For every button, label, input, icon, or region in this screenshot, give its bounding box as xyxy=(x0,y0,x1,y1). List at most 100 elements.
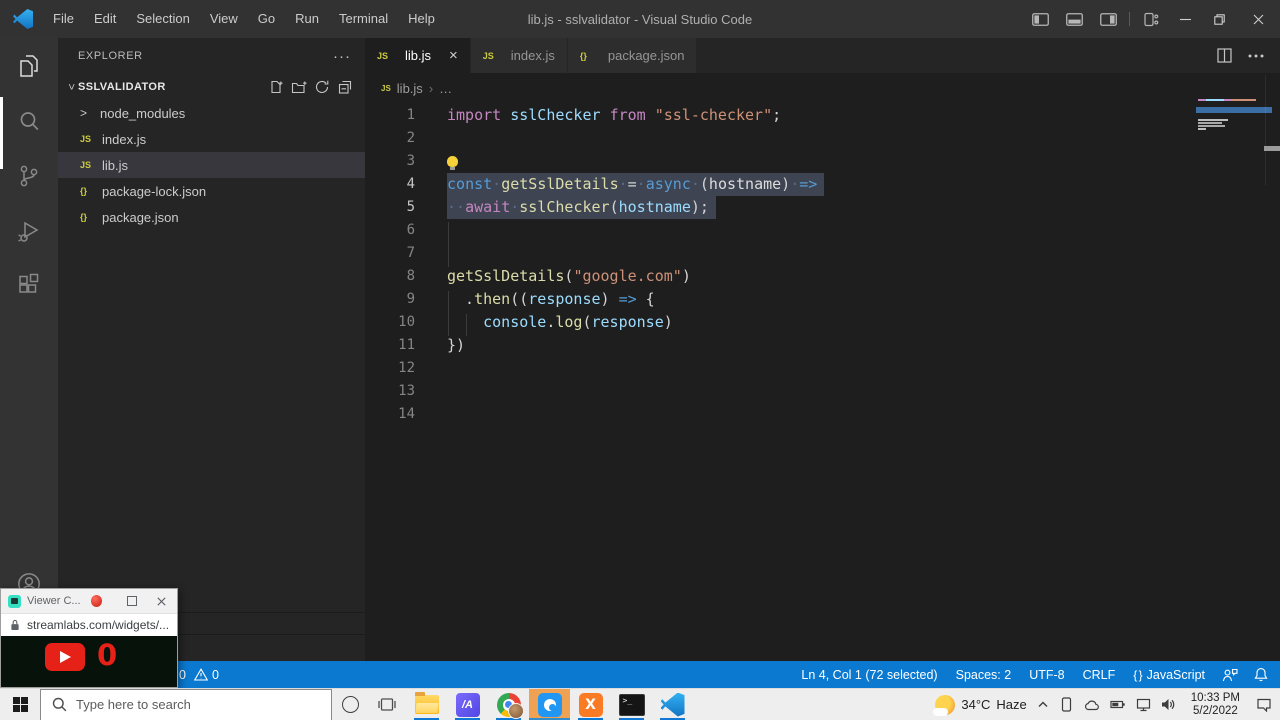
status-eol[interactable]: CRLF xyxy=(1074,668,1125,682)
taskbar-app-app-launcher[interactable] xyxy=(447,689,488,720)
file-node_modules[interactable]: >node_modules xyxy=(58,100,365,126)
tab-lib.js[interactable]: JSlib.js× xyxy=(365,38,471,73)
explorer-more-actions-icon[interactable]: ··· xyxy=(333,48,351,65)
code-line-3[interactable]: 3 xyxy=(365,150,1280,173)
activity-source-control[interactable] xyxy=(0,148,58,203)
task-view-button[interactable] xyxy=(368,696,406,713)
viewer-count-popup[interactable]: Viewer C... streamlabs.com/widgets/... 0 xyxy=(0,588,178,688)
menu-run[interactable]: Run xyxy=(285,0,329,38)
activity-run-debug[interactable] xyxy=(0,203,58,258)
taskbar-clock[interactable]: 10:33 PM 5/2/2022 xyxy=(1185,692,1246,718)
activity-explorer[interactable] xyxy=(0,38,58,93)
action-center-icon[interactable] xyxy=(1256,697,1272,712)
activity-extensions[interactable] xyxy=(0,258,58,313)
phone-icon[interactable] xyxy=(1059,697,1074,712)
code-line-7[interactable]: 7 xyxy=(365,242,1280,265)
new-file-icon[interactable] xyxy=(268,79,284,95)
taskbar-app-chrome[interactable] xyxy=(488,689,529,720)
menu-help[interactable]: Help xyxy=(398,0,445,38)
minimap-line xyxy=(1198,119,1228,121)
explorer-actions xyxy=(268,79,365,95)
breadcrumb-more[interactable]: … xyxy=(439,81,452,96)
file-label: lib.js xyxy=(102,158,128,173)
code-editor[interactable]: 1import sslChecker from "ssl-checker";23… xyxy=(365,104,1280,661)
code-line-11[interactable]: 11}) xyxy=(365,334,1280,357)
line-number: 5 xyxy=(365,196,415,219)
popup-close-icon[interactable] xyxy=(157,597,166,606)
minimap-selection xyxy=(1196,107,1272,113)
scrollbar-marker[interactable] xyxy=(1264,146,1280,151)
cloud-icon[interactable] xyxy=(1084,698,1100,711)
file-package-lock.json[interactable]: {}package-lock.json xyxy=(58,178,365,204)
taskbar-search-box[interactable]: Type here to search xyxy=(40,689,332,720)
layout-sidebar-right-icon[interactable] xyxy=(1091,0,1125,38)
search-icon xyxy=(15,107,43,135)
line-number: 13 xyxy=(365,380,415,403)
lightbulb-icon[interactable] xyxy=(447,156,458,167)
popup-address-bar[interactable]: streamlabs.com/widgets/... xyxy=(1,613,177,637)
popup-title-bar[interactable]: Viewer C... xyxy=(1,589,177,613)
taskbar-app-file-explorer[interactable] xyxy=(406,689,447,720)
code-line-2[interactable]: 2 xyxy=(365,127,1280,150)
file-package.json[interactable]: {}package.json xyxy=(58,204,365,230)
minimize-button[interactable] xyxy=(1168,0,1202,38)
line-number: 8 xyxy=(365,265,415,288)
file-lib.js[interactable]: JSlib.js xyxy=(58,152,365,178)
taskbar-app-vscode[interactable] xyxy=(652,689,693,720)
breadcrumb[interactable]: JS lib.js › … xyxy=(365,73,1280,104)
code-line-10[interactable]: 10 console.log(response) xyxy=(365,311,1280,334)
file-index.js[interactable]: JSindex.js xyxy=(58,126,365,152)
tab-package.json[interactable]: {}package.json xyxy=(568,38,698,73)
close-tab-icon[interactable]: × xyxy=(449,47,458,64)
collapse-all-icon[interactable] xyxy=(337,79,353,95)
code-line-13[interactable]: 13 xyxy=(365,380,1280,403)
status-encoding[interactable]: UTF-8 xyxy=(1020,668,1073,682)
layout-sidebar-left-icon[interactable] xyxy=(1023,0,1057,38)
weather-widget[interactable]: 34°C Haze xyxy=(935,695,1026,715)
status-cursor-position[interactable]: Ln 4, Col 1 (72 selected) xyxy=(792,668,946,682)
status-language-mode[interactable]: { }JavaScript xyxy=(1124,668,1214,682)
close-button[interactable] xyxy=(1236,0,1280,38)
menu-view[interactable]: View xyxy=(200,0,248,38)
code-line-8[interactable]: 8getSslDetails("google.com") xyxy=(365,265,1280,288)
code-line-12[interactable]: 12 xyxy=(365,357,1280,380)
menu-go[interactable]: Go xyxy=(248,0,285,38)
activity-search[interactable] xyxy=(0,93,58,148)
menu-file[interactable]: File xyxy=(43,0,84,38)
code-line-1[interactable]: 1import sslChecker from "ssl-checker"; xyxy=(365,104,1280,127)
taskbar-app-xampp[interactable] xyxy=(570,689,611,720)
code-line-4[interactable]: 4const·getSslDetails·=·async·(hostname)·… xyxy=(365,173,1280,196)
editor-more-actions-icon[interactable] xyxy=(1248,54,1264,58)
start-button[interactable] xyxy=(0,689,40,720)
code-line-14[interactable]: 14 xyxy=(365,403,1280,426)
split-editor-icon[interactable] xyxy=(1217,48,1232,63)
cortana-button[interactable] xyxy=(332,696,368,713)
json-file-icon: {} xyxy=(580,51,598,61)
refresh-icon[interactable] xyxy=(314,79,330,95)
restore-button[interactable] xyxy=(1202,0,1236,38)
popup-maximize-icon[interactable] xyxy=(127,596,137,606)
customize-layout-icon[interactable] xyxy=(1134,0,1168,38)
popup-url[interactable]: streamlabs.com/widgets/... xyxy=(27,618,169,632)
menu-selection[interactable]: Selection xyxy=(126,0,199,38)
taskbar-app-streamlabs[interactable] xyxy=(529,689,570,720)
feedback-icon[interactable] xyxy=(1214,668,1246,682)
volume-icon[interactable] xyxy=(1161,698,1175,711)
menu-terminal[interactable]: Terminal xyxy=(329,0,398,38)
hidden-icons-chevron-icon[interactable] xyxy=(1037,699,1049,710)
taskbar-app-terminal[interactable] xyxy=(611,689,652,720)
status-indentation[interactable]: Spaces: 2 xyxy=(947,668,1021,682)
battery-icon[interactable] xyxy=(1110,697,1126,712)
menu-edit[interactable]: Edit xyxy=(84,0,126,38)
layout-panel-icon[interactable] xyxy=(1057,0,1091,38)
code-line-6[interactable]: 6 xyxy=(365,219,1280,242)
new-folder-icon[interactable] xyxy=(291,79,307,95)
code-line-5[interactable]: 5··await·sslChecker(hostname); xyxy=(365,196,1280,219)
code-line-9[interactable]: 9 .then((response) => { xyxy=(365,288,1280,311)
network-icon[interactable] xyxy=(1136,697,1151,712)
tab-index.js[interactable]: JSindex.js xyxy=(471,38,568,73)
workspace-section-header[interactable]: > SSLVALIDATOR xyxy=(58,74,365,100)
tab-actions xyxy=(1217,38,1280,73)
notifications-bell-icon[interactable] xyxy=(1246,667,1280,682)
breadcrumb-file[interactable]: lib.js xyxy=(397,81,423,96)
